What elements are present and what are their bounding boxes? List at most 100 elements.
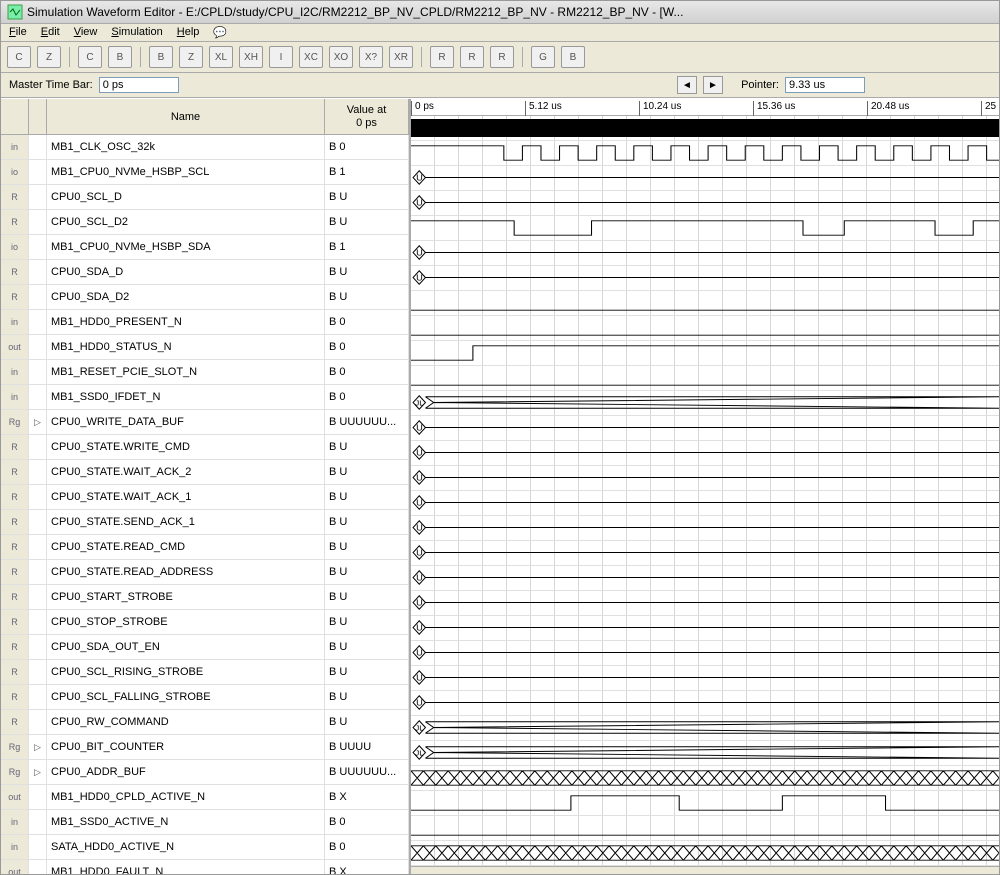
signal-row[interactable]: RCPU0_SDA_D2B U	[1, 285, 409, 310]
waveform-row[interactable]: U	[411, 241, 999, 266]
signal-row[interactable]: RCPU0_STATE.READ_CMDB U	[1, 535, 409, 560]
toolbar-branch-button[interactable]: B	[149, 46, 173, 68]
signal-row[interactable]: RCPU0_STATE.READ_ADDRESSB U	[1, 560, 409, 585]
signal-type-icon: in	[1, 135, 29, 159]
waveform-row[interactable]	[411, 366, 999, 391]
signal-row[interactable]: RCPU0_STATE.WAIT_ACK_2B U	[1, 460, 409, 485]
signal-row[interactable]: ioMB1_CPU0_NVMe_HSBP_SDAB 1	[1, 235, 409, 260]
waveform-row[interactable]: U	[411, 416, 999, 441]
signal-row[interactable]: RCPU0_SDA_DB U	[1, 260, 409, 285]
waveform-row[interactable]: U	[411, 441, 999, 466]
toolbar-rand3-button[interactable]: R	[490, 46, 514, 68]
waveform-row[interactable]: U	[411, 266, 999, 291]
menu-help[interactable]: Help	[177, 26, 200, 39]
toolbar-xo-button[interactable]: XO	[329, 46, 353, 68]
signal-row[interactable]: RCPU0_SCL_D2B U	[1, 210, 409, 235]
waveform-row[interactable]: JL	[411, 391, 999, 416]
waveform-row[interactable]	[411, 291, 999, 316]
expand-toggle[interactable]: ▷	[29, 410, 47, 434]
toolbar-xr-button[interactable]: XR	[389, 46, 413, 68]
signal-row[interactable]: RCPU0_SDA_OUT_ENB U	[1, 635, 409, 660]
toolbar-rand1-button[interactable]: R	[430, 46, 454, 68]
signal-row[interactable]: inMB1_SSD0_IFDET_NB 0	[1, 385, 409, 410]
waveform-row[interactable]: U	[411, 691, 999, 716]
menubar: File Edit View Simulation Help 💬	[1, 24, 999, 42]
waveform-row[interactable]: JL	[411, 716, 999, 741]
toolbar-x?-button[interactable]: X?	[359, 46, 383, 68]
signal-row[interactable]: inMB1_SSD0_ACTIVE_NB 0	[1, 810, 409, 835]
waveform-row[interactable]	[411, 141, 999, 166]
time-ruler[interactable]: 0 ps5.12 us10.24 us15.36 us20.48 us250 p…	[411, 99, 999, 116]
menu-file[interactable]: File	[9, 26, 27, 39]
signal-row[interactable]: inMB1_HDD0_PRESENT_NB 0	[1, 310, 409, 335]
waveform-row[interactable]: U	[411, 166, 999, 191]
master-time-bar-input[interactable]	[99, 77, 179, 93]
signal-row[interactable]: ioMB1_CPU0_NVMe_HSBP_SCLB 1	[1, 160, 409, 185]
signal-row[interactable]: inMB1_CLK_OSC_32kB 0	[1, 135, 409, 160]
nav-prev-button[interactable]: ◄	[677, 76, 697, 94]
signal-row[interactable]: RCPU0_START_STROBEB U	[1, 585, 409, 610]
waveform-row[interactable]	[411, 841, 999, 866]
toolbar-xc-button[interactable]: XC	[299, 46, 323, 68]
toolbar-inv-button[interactable]: I	[269, 46, 293, 68]
waveform-row[interactable]	[411, 341, 999, 366]
toolbar-bits-button[interactable]: B	[561, 46, 585, 68]
toolbar-bit0-button[interactable]: B	[108, 46, 132, 68]
waveform-row[interactable]	[411, 791, 999, 816]
menu-edit[interactable]: Edit	[41, 26, 60, 39]
toolbar-z-button[interactable]: Z	[179, 46, 203, 68]
signal-row[interactable]: RCPU0_STATE.WAIT_ACK_1B U	[1, 485, 409, 510]
waveform-rows[interactable]: UUUUJLUUUUUUUUUUUUJLJL	[411, 116, 999, 866]
signal-row[interactable]: Rg▷CPU0_ADDR_BUFB UUUUUU...	[1, 760, 409, 785]
toolbar-cursor-button[interactable]: C	[7, 46, 31, 68]
waveform-row[interactable]	[411, 116, 999, 141]
waveform-row[interactable]: U	[411, 191, 999, 216]
signal-row[interactable]: RCPU0_RW_COMMANDB U	[1, 710, 409, 735]
signal-row[interactable]: RCPU0_SCL_RISING_STROBEB U	[1, 660, 409, 685]
waveform-row[interactable]: U	[411, 466, 999, 491]
signal-row[interactable]: RCPU0_STATE.SEND_ACK_1B U	[1, 510, 409, 535]
waveform-row[interactable]	[411, 766, 999, 791]
col-name[interactable]: Name	[47, 99, 325, 134]
waveform-row[interactable]: U	[411, 591, 999, 616]
pointer-input[interactable]	[785, 77, 865, 93]
signal-row[interactable]: outMB1_HDD0_FAULT_NB X	[1, 860, 409, 874]
toolbar-zoom-button[interactable]: Z	[37, 46, 61, 68]
signal-row[interactable]: Rg▷CPU0_WRITE_DATA_BUFB UUUUUU...	[1, 410, 409, 435]
horizontal-scrollbar[interactable]	[411, 866, 999, 874]
waveform-row[interactable]: U	[411, 566, 999, 591]
menu-view[interactable]: View	[74, 26, 98, 39]
waveform-row[interactable]: U	[411, 541, 999, 566]
expand-toggle[interactable]: ▷	[29, 760, 47, 784]
waveform-row[interactable]	[411, 316, 999, 341]
waveform-row[interactable]	[411, 216, 999, 241]
signal-row[interactable]: RCPU0_STATE.WRITE_CMDB U	[1, 435, 409, 460]
waveform-row[interactable]: U	[411, 491, 999, 516]
signal-row[interactable]: RCPU0_SCL_FALLING_STROBEB U	[1, 685, 409, 710]
col-value[interactable]: Value at 0 ps	[325, 99, 409, 134]
signal-row[interactable]: outMB1_HDD0_CPLD_ACTIVE_NB X	[1, 785, 409, 810]
waveform-row[interactable]: JL	[411, 741, 999, 766]
waveform-row[interactable]: U	[411, 516, 999, 541]
waveform-row[interactable]: U	[411, 641, 999, 666]
toolbar-grid-button[interactable]: G	[531, 46, 555, 68]
menu-simulation[interactable]: Simulation	[111, 26, 162, 39]
waveform-row[interactable]: U	[411, 666, 999, 691]
toolbar-xh-button[interactable]: XH	[239, 46, 263, 68]
waveform-row[interactable]	[411, 816, 999, 841]
menu-extra-icon[interactable]: 💬	[213, 26, 227, 39]
titlebar[interactable]: Simulation Waveform Editor - E:/CPLD/stu…	[1, 1, 999, 24]
signal-row[interactable]: inSATA_HDD0_ACTIVE_NB 0	[1, 835, 409, 860]
signal-row[interactable]: inMB1_RESET_PCIE_SLOT_NB 0	[1, 360, 409, 385]
toolbar-xl-button[interactable]: XL	[209, 46, 233, 68]
signal-row[interactable]: Rg▷CPU0_BIT_COUNTERB UUUU	[1, 735, 409, 760]
waveform-row[interactable]: U	[411, 616, 999, 641]
expand-toggle[interactable]: ▷	[29, 735, 47, 759]
nav-next-button[interactable]: ►	[703, 76, 723, 94]
signal-row[interactable]: outMB1_HDD0_STATUS_NB 0	[1, 335, 409, 360]
toolbar-cut-button[interactable]: C	[78, 46, 102, 68]
waveform-panel[interactable]: 0 ps5.12 us10.24 us15.36 us20.48 us250 p…	[411, 99, 999, 874]
signal-row[interactable]: RCPU0_SCL_DB U	[1, 185, 409, 210]
toolbar-rand2-button[interactable]: R	[460, 46, 484, 68]
signal-row[interactable]: RCPU0_STOP_STROBEB U	[1, 610, 409, 635]
